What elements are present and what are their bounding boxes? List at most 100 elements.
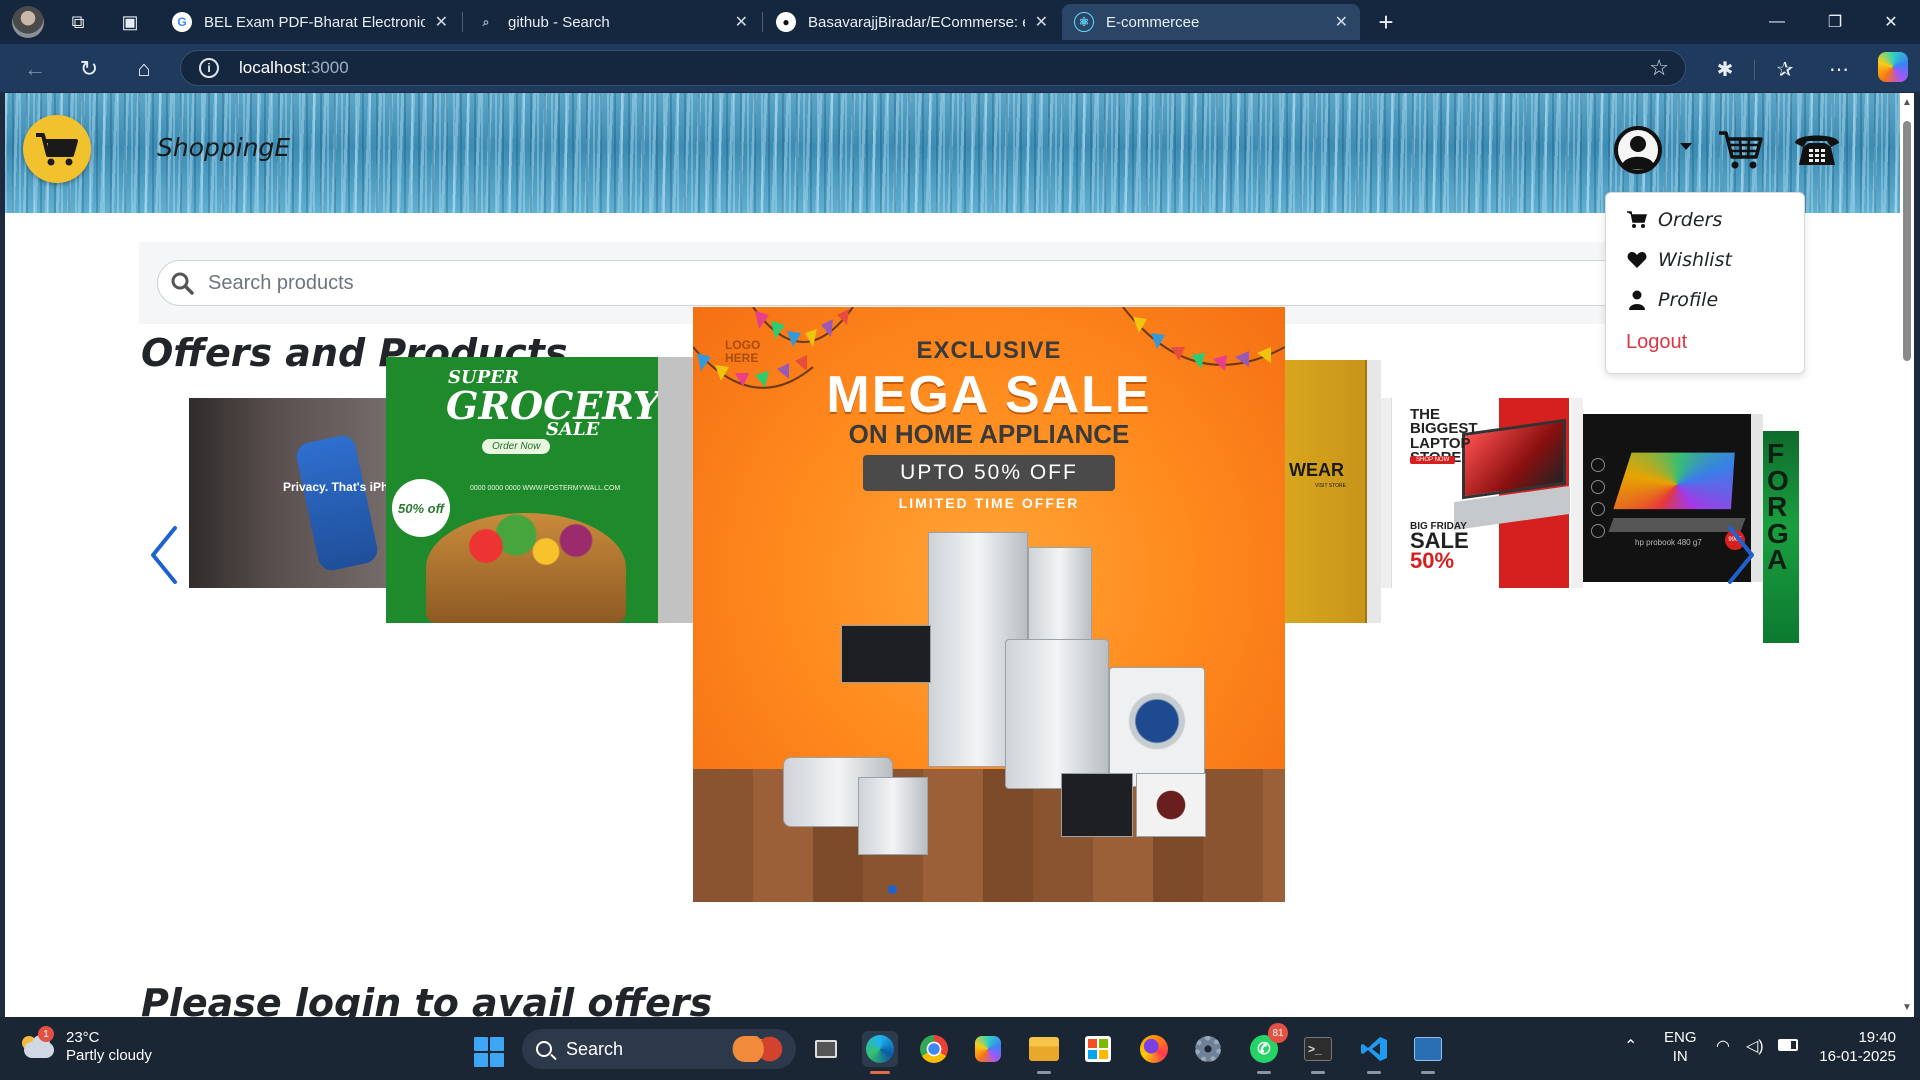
user-dropdown-menu: Orders Wishlist Profile Logout (1605, 192, 1805, 374)
tab-divider (462, 12, 463, 32)
site-info-icon[interactable]: i (199, 58, 219, 78)
refresh-button[interactable]: ↻ (72, 52, 106, 86)
temperature: 23°C (66, 1029, 100, 1046)
file-explorer-icon[interactable] (1026, 1031, 1062, 1074)
chrome-taskbar-icon[interactable] (916, 1031, 952, 1067)
slide-text: hp probook 480 g7 (1635, 538, 1702, 547)
whatsapp-icon[interactable]: ✆ 81 (1246, 1023, 1288, 1074)
logout-link[interactable]: Logout (1626, 331, 1687, 354)
windows-taskbar: 1 23°C Partly cloudy Search ✆ 81 >_ ⌃ EN… (0, 1017, 1920, 1080)
menu-item-wishlist[interactable]: Wishlist (1626, 249, 1732, 271)
washing-machine-image (1109, 667, 1205, 787)
clock[interactable]: 19:40 16-01-2025 (1816, 1029, 1896, 1067)
start-button[interactable] (474, 1037, 504, 1067)
slide-text: WEAR (1289, 460, 1344, 480)
scrollbar-thumb[interactable] (1903, 121, 1911, 361)
phone-image (294, 433, 380, 573)
firefox-icon[interactable] (1136, 1031, 1172, 1067)
carousel-slide-gaming[interactable]: FOR GA (1763, 431, 1799, 643)
url-host: localhost (239, 58, 307, 77)
scroll-down-icon[interactable]: ▼ (1902, 1002, 1912, 1013)
volume-icon[interactable]: ◁) (1746, 1037, 1764, 1057)
edge-taskbar-icon[interactable] (862, 1031, 898, 1074)
carousel-prev-button[interactable] (145, 520, 185, 590)
chevron-down-icon[interactable] (1680, 143, 1692, 150)
close-tab-icon[interactable]: ✕ (435, 12, 448, 32)
settings-icon[interactable] (1190, 1031, 1226, 1067)
copilot-icon[interactable] (1878, 52, 1908, 82)
user-account-icon[interactable] (1613, 125, 1663, 175)
language-indicator[interactable]: ENG IN (1664, 1029, 1697, 1067)
site-logo[interactable] (23, 115, 91, 183)
url-port: :3000 (306, 58, 349, 77)
tab-bel-exam[interactable]: G BEL Exam PDF-Bharat Electronics ✕ (160, 4, 460, 40)
vegetable-basket-image (426, 513, 626, 623)
scroll-up-icon[interactable]: ▲ (1902, 97, 1912, 108)
weather-widget[interactable]: 1 23°C Partly cloudy (20, 1026, 152, 1065)
carousel-indicator-dot[interactable] (888, 885, 897, 894)
menu-item-orders[interactable]: Orders (1626, 209, 1722, 231)
url-field[interactable]: i localhost:3000 ☆ (180, 50, 1686, 86)
tv-image (841, 625, 931, 683)
battery-icon[interactable] (1778, 1039, 1798, 1051)
carousel-slide-wear[interactable]: WEAR VISIT STORE (1285, 360, 1367, 623)
page-scrollbar[interactable]: ▲ ▼ (1900, 93, 1914, 1017)
wifi-icon[interactable]: ◠ (1716, 1037, 1730, 1057)
carousel-slide-iphone[interactable]: Privacy. That's iPh (189, 398, 419, 588)
taskbar-search[interactable]: Search (522, 1029, 796, 1069)
task-view-icon[interactable] (808, 1031, 844, 1067)
slide-text: Order Now (482, 439, 551, 454)
feature-icon (1591, 502, 1605, 516)
phone-icon[interactable] (1793, 129, 1841, 169)
profile-avatar[interactable] (12, 6, 44, 38)
search-label: Search (566, 1038, 624, 1059)
cart-icon[interactable] (1718, 129, 1764, 171)
favorite-star-icon[interactable]: ☆ (1649, 55, 1669, 81)
home-button[interactable]: ⌂ (127, 52, 161, 86)
notification-badge: 1 (38, 1026, 54, 1042)
carousel-next-button[interactable] (1720, 520, 1760, 590)
brand-name[interactable]: ShoppingE (157, 133, 290, 162)
minimize-button[interactable]: — (1748, 0, 1806, 44)
vertical-tabs-icon[interactable]: ▣ (112, 4, 148, 40)
notification-badge: 81 (1268, 1023, 1288, 1043)
restore-button[interactable]: ❐ (1806, 0, 1864, 44)
microsoft-store-icon[interactable] (1080, 1031, 1116, 1067)
menu-label: Orders (1658, 209, 1723, 231)
menu-item-profile[interactable]: Profile (1626, 289, 1718, 311)
search-highlight-icon (732, 1036, 786, 1062)
carousel-slide-edge (1571, 398, 1583, 588)
menu-label: Wishlist (1658, 249, 1732, 271)
carousel-slide-mega-sale[interactable]: LOGO HERE EXCLUSIVE MEGA SALE ON HOME AP… (693, 307, 1285, 902)
heart-icon (1626, 249, 1648, 271)
slide-caption: Privacy. That's iPh (283, 480, 389, 494)
copilot-taskbar-icon[interactable] (970, 1031, 1006, 1067)
new-tab-button[interactable]: + (1370, 6, 1402, 38)
show-hidden-icons[interactable]: ⌃ (1624, 1037, 1637, 1057)
sql-workbench-icon[interactable] (1410, 1031, 1446, 1074)
menu-label: Profile (1658, 289, 1719, 311)
close-window-button[interactable]: ✕ (1862, 0, 1920, 44)
tab-divider (762, 12, 763, 32)
close-tab-icon[interactable]: ✕ (1335, 12, 1348, 32)
back-button[interactable]: ← (18, 52, 52, 86)
search-icon (536, 1041, 552, 1057)
terminal-icon[interactable]: >_ (1300, 1031, 1336, 1074)
search-input[interactable]: Search products (157, 260, 1797, 306)
region-code: IN (1672, 1047, 1688, 1065)
tab-github-repo[interactable]: ● BasavarajjBiradar/ECommerse: ec ✕ (764, 4, 1060, 40)
washing-machine-image (1005, 639, 1109, 789)
favorites-icon[interactable]: ✰ (1768, 52, 1802, 86)
more-menu-icon[interactable]: ⋯ (1822, 52, 1856, 86)
close-tab-icon[interactable]: ✕ (735, 12, 748, 32)
carousel-slide-laptop-store[interactable]: THE BIGGEST LAPTOP STORE SHOP NOW BIG FR… (1381, 398, 1571, 588)
feature-icon (1591, 480, 1605, 494)
extensions-icon[interactable]: ✱ (1708, 52, 1742, 86)
vscode-icon[interactable] (1356, 1031, 1392, 1074)
tab-ecommerce[interactable]: ⚛ E-commercee ✕ (1062, 4, 1360, 40)
carousel-slide-grocery[interactable]: SUPER GROCERY SALE Order Now 0000 0000 0… (386, 357, 658, 623)
tab-github-search[interactable]: ⌕ github - Search ✕ (464, 4, 760, 40)
workspaces-icon[interactable]: ⧉ (60, 4, 96, 40)
close-tab-icon[interactable]: ✕ (1035, 12, 1048, 32)
cart-logo-icon (36, 133, 78, 166)
